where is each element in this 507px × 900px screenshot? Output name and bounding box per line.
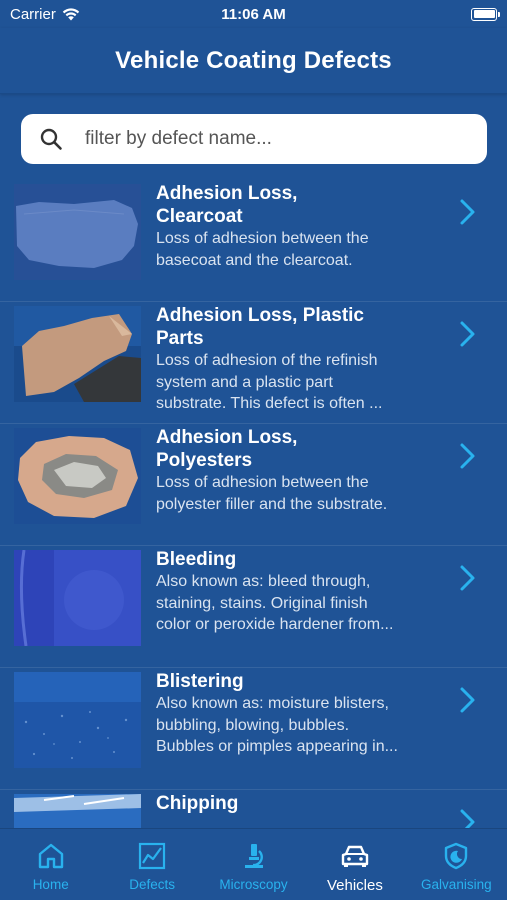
defect-thumbnail xyxy=(14,550,141,646)
defect-thumbnail xyxy=(14,428,141,524)
nav-header: Vehicle Coating Defects xyxy=(0,28,507,94)
status-bar: Carrier 11:06 AM xyxy=(0,0,507,28)
tab-label: Home xyxy=(32,877,69,892)
battery-icon xyxy=(471,7,500,21)
chevron-right-icon xyxy=(460,809,475,828)
home-icon xyxy=(38,843,63,869)
chart-icon xyxy=(139,842,166,870)
wifi-icon xyxy=(62,7,80,20)
tab-label: Vehicles xyxy=(326,877,383,894)
defect-list[interactable]: Adhesion Loss, Clearcoat Loss of adhesio… xyxy=(0,180,507,828)
defect-title: Adhesion Loss, Clearcoat xyxy=(156,183,298,227)
defect-thumbnail xyxy=(14,794,141,828)
tab-galvanising[interactable]: Galvanising xyxy=(406,829,507,900)
tab-bar: Home Defects Microscopy Vehicles Galvani… xyxy=(0,828,507,900)
defect-row-adhesion-loss-clearcoat[interactable]: Adhesion Loss, Clearcoat Loss of adhesio… xyxy=(0,180,507,302)
defect-description: Loss of adhesion between the polyester f… xyxy=(156,474,388,513)
chevron-right-icon xyxy=(460,321,475,347)
defect-thumbnail xyxy=(14,184,141,280)
defect-row-blistering[interactable]: Blistering Also known as: moisture blist… xyxy=(0,668,507,790)
microscope-icon xyxy=(244,844,263,868)
car-icon xyxy=(341,845,369,867)
defect-description: Also known as: moisture blisters, bubbli… xyxy=(156,695,398,755)
defect-row-adhesion-loss-polyesters[interactable]: Adhesion Loss, Polyesters Loss of adhesi… xyxy=(0,424,507,546)
tab-label: Defects xyxy=(129,877,175,892)
search-icon xyxy=(40,128,62,150)
defect-thumbnail xyxy=(14,306,141,402)
carrier-label: Carrier xyxy=(10,5,56,23)
tab-vehicles[interactable]: Vehicles xyxy=(304,829,405,900)
defect-row-chipping[interactable]: Chipping xyxy=(0,790,507,828)
defect-description: Loss of adhesion of the refinish system … xyxy=(156,352,383,412)
page-title: Vehicle Coating Defects xyxy=(115,46,392,74)
tab-microscopy[interactable]: Microscopy xyxy=(203,829,304,900)
defect-title: Chipping xyxy=(156,793,239,814)
tab-label: Microscopy xyxy=(219,877,288,892)
defect-row-bleeding[interactable]: Bleeding Also known as: bleed through, s… xyxy=(0,546,507,668)
tab-defects[interactable]: Defects xyxy=(101,829,202,900)
shield-icon xyxy=(445,842,468,870)
defect-description: Loss of adhesion between the basecoat an… xyxy=(156,230,369,269)
chevron-right-icon xyxy=(460,443,475,469)
search-input[interactable] xyxy=(85,128,465,150)
defect-thumbnail xyxy=(14,672,141,768)
defect-title: Adhesion Loss, Polyesters xyxy=(156,427,298,471)
tab-home[interactable]: Home xyxy=(0,829,101,900)
chevron-right-icon xyxy=(460,687,475,713)
defect-title: Bleeding xyxy=(156,549,237,570)
defect-description: Also known as: bleed through, staining, … xyxy=(156,573,394,633)
defect-title: Blistering xyxy=(156,671,244,692)
tab-label: Galvanising xyxy=(421,877,492,892)
defect-title: Adhesion Loss, Plastic Parts xyxy=(156,305,364,349)
chevron-right-icon xyxy=(460,565,475,591)
defect-row-adhesion-loss-plastic-parts[interactable]: Adhesion Loss, Plastic Parts Loss of adh… xyxy=(0,302,507,424)
search-bar[interactable] xyxy=(21,114,487,164)
chevron-right-icon xyxy=(460,199,475,225)
